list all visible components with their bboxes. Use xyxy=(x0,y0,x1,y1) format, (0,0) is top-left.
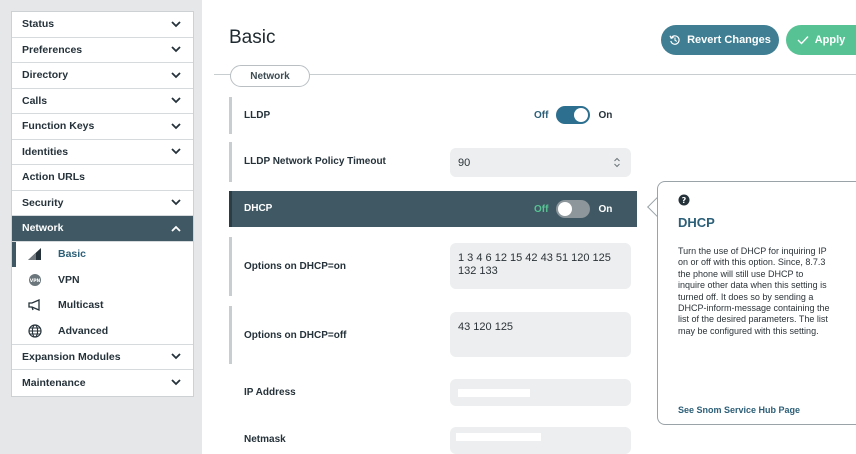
apply-label: Apply xyxy=(814,34,846,46)
svg-text:?: ? xyxy=(682,196,687,205)
setting-label: Netmask xyxy=(244,434,286,445)
setting-row-lldp: LLDP Off On xyxy=(229,97,637,134)
sidebar-item-label: Function Keys xyxy=(22,120,95,133)
sidebar-subitem-multicast[interactable]: Multicast xyxy=(12,293,193,319)
service-hub-link[interactable]: See Snom Service Hub Page xyxy=(678,405,800,415)
toggle-on-label: On xyxy=(598,203,613,215)
sidebar-item-maintenance[interactable]: Maintenance xyxy=(12,370,193,396)
setting-label: IP Address xyxy=(244,387,296,398)
sidebar-subitem-vpn[interactable]: VPN VPN xyxy=(12,267,193,293)
help-title: DHCP xyxy=(678,215,715,230)
lldp-toggle[interactable] xyxy=(556,106,591,124)
dhcp-on-options-input[interactable]: 1 3 4 6 12 15 42 43 51 120 125 132 133 xyxy=(450,243,631,289)
setting-row-ip-address: IP Address xyxy=(229,374,637,412)
chevron-down-icon xyxy=(169,145,183,159)
network-submenu: Basic VPN VPN Multicast Advanced xyxy=(12,241,193,345)
setting-row-netmask: Netmask xyxy=(229,420,637,454)
chevron-down-icon xyxy=(169,68,183,82)
sidebar-item-label: Preferences xyxy=(22,43,83,56)
dhcp-toggle-group: Off On xyxy=(534,200,612,218)
redacted-value xyxy=(456,433,541,441)
sidebar-subitem-label: Multicast xyxy=(58,299,104,312)
sidebar-item-function-keys[interactable]: Function Keys xyxy=(12,114,193,140)
setting-row-dhcp: DHCP Off On xyxy=(229,191,637,227)
sidebar: Status Preferences Directory Calls Funct… xyxy=(0,0,202,454)
ip-address-input[interactable] xyxy=(450,379,631,406)
dhcp-off-options-input[interactable]: 43 120 125 xyxy=(450,312,631,357)
svg-text:VPN: VPN xyxy=(30,278,41,284)
sidebar-subitem-label: VPN xyxy=(58,273,80,286)
sidebar-item-label: Expansion Modules xyxy=(22,350,121,363)
sidebar-item-preferences[interactable]: Preferences xyxy=(12,38,193,63)
apply-button[interactable]: Apply xyxy=(786,25,856,55)
signal-icon xyxy=(24,246,46,262)
sidebar-menu: Status Preferences Directory Calls Funct… xyxy=(11,11,194,397)
help-text: Turn the use of DHCP for inquiring IP on… xyxy=(678,246,830,336)
megaphone-icon xyxy=(24,297,46,313)
sidebar-item-label: Directory xyxy=(22,69,69,82)
sidebar-item-label: Security xyxy=(22,196,64,209)
chevron-down-icon xyxy=(169,43,183,57)
chevron-down-icon xyxy=(169,94,183,108)
globe-icon xyxy=(24,323,46,339)
sidebar-item-label: Identities xyxy=(22,145,69,158)
dhcp-toggle[interactable] xyxy=(556,200,591,218)
chevron-down-icon xyxy=(169,196,183,210)
sidebar-item-label: Maintenance xyxy=(22,376,86,389)
setting-label: LLDP xyxy=(244,110,271,121)
setting-row-dhcp-off-options: Options on DHCP=off 43 120 125 xyxy=(229,306,637,364)
sidebar-subitem-label: Advanced xyxy=(58,324,109,337)
lldp-toggle-group: Off On xyxy=(534,106,612,124)
question-icon: ? xyxy=(678,194,690,206)
sidebar-item-action-urls[interactable]: Action URLs xyxy=(12,165,193,191)
setting-row-dhcp-on-options: Options on DHCP=on 1 3 4 6 12 15 42 43 5… xyxy=(229,237,637,296)
sidebar-item-security[interactable]: Security xyxy=(12,191,193,216)
setting-label: DHCP xyxy=(244,203,273,214)
sidebar-item-status[interactable]: Status xyxy=(12,12,193,38)
check-icon xyxy=(797,36,809,45)
sidebar-item-label: Calls xyxy=(22,94,48,107)
redacted-value xyxy=(458,389,530,397)
sidebar-subitem-advanced[interactable]: Advanced xyxy=(12,318,193,344)
toggle-off-label: Off xyxy=(534,109,549,121)
history-icon xyxy=(669,35,680,45)
revert-changes-label: Revert Changes xyxy=(687,34,771,46)
sidebar-subitem-basic[interactable]: Basic xyxy=(12,241,193,268)
sidebar-item-identities[interactable]: Identities xyxy=(12,140,193,165)
sidebar-item-expansion-modules[interactable]: Expansion Modules xyxy=(12,345,193,370)
vpn-icon: VPN xyxy=(24,272,46,288)
sidebar-item-label: Status xyxy=(22,18,55,31)
toggle-off-label: Off xyxy=(534,203,549,215)
sidebar-item-label: Action URLs xyxy=(22,171,85,184)
revert-changes-button[interactable]: Revert Changes xyxy=(661,25,779,55)
chevron-up-icon xyxy=(169,221,183,235)
setting-label: Options on DHCP=on xyxy=(244,261,346,272)
sidebar-item-directory[interactable]: Directory xyxy=(12,63,193,89)
setting-label: LLDP Network Policy Timeout xyxy=(244,156,386,167)
tab-network[interactable]: Network xyxy=(230,65,310,87)
chevron-down-icon xyxy=(169,350,183,364)
sidebar-item-label: Network xyxy=(22,222,64,235)
section-divider xyxy=(214,74,856,75)
sidebar-item-calls[interactable]: Calls xyxy=(12,89,193,114)
lldp-timeout-input[interactable]: 90 xyxy=(450,148,631,177)
setting-row-lldp-timeout: LLDP Network Policy Timeout 90 xyxy=(229,142,637,182)
setting-label: Options on DHCP=off xyxy=(244,330,347,341)
spinner-icon[interactable] xyxy=(613,157,621,168)
page-title: Basic xyxy=(229,27,276,48)
chevron-down-icon xyxy=(169,376,183,390)
chevron-down-icon xyxy=(169,17,183,31)
sidebar-subitem-label: Basic xyxy=(58,248,87,261)
toggle-on-label: On xyxy=(598,109,613,121)
netmask-input[interactable] xyxy=(450,427,631,454)
help-popover: ? DHCP Turn the use of DHCP for inquirin… xyxy=(657,181,856,425)
sidebar-item-network[interactable]: Network xyxy=(12,216,193,242)
lldp-timeout-value: 90 xyxy=(458,157,471,169)
chevron-down-icon xyxy=(169,119,183,133)
